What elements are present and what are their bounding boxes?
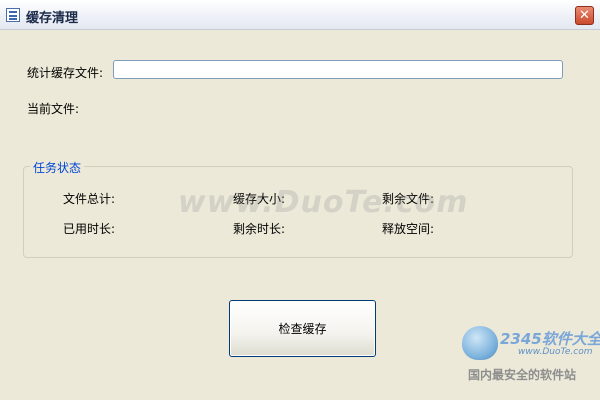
remaining-files-label: 剩余文件: xyxy=(382,192,435,206)
check-cache-button[interactable]: 检查缓存 xyxy=(229,300,376,357)
elapsed-time-label: 已用时长: xyxy=(63,222,116,236)
logo-url: www.DuoTe.com xyxy=(518,347,593,357)
cache-size-label: 缓存大小: xyxy=(233,192,286,206)
window-title: 缓存清理 xyxy=(26,11,79,26)
stat-cache-files-label: 统计缓存文件: xyxy=(27,66,104,80)
freed-space-label: 释放空间: xyxy=(382,222,435,236)
current-file-label: 当前文件: xyxy=(27,102,80,116)
site-logo: 2345软件大全 www.DuoTe.com 国内最安全的软件站 xyxy=(460,320,600,400)
logo-brand: 2345软件大全 xyxy=(500,330,600,348)
file-total-label: 文件总计: xyxy=(63,192,116,206)
close-icon: ✕ xyxy=(579,8,590,23)
task-status-group xyxy=(23,166,573,258)
window-client-area: 统计缓存文件: 当前文件: 任务状态 文件总计: 缓存大小: 剩余文件: 已用时… xyxy=(0,30,600,400)
window-app-icon xyxy=(6,8,20,22)
logo-slogan: 国内最安全的软件站 xyxy=(468,368,577,382)
mascot-icon xyxy=(462,326,498,360)
task-status-title: 任务状态 xyxy=(30,159,85,176)
close-button[interactable]: ✕ xyxy=(575,6,594,25)
stat-cache-files-input[interactable] xyxy=(113,60,563,79)
title-bar: 缓存清理 ✕ xyxy=(0,0,600,30)
remaining-time-label: 剩余时长: xyxy=(233,222,286,236)
